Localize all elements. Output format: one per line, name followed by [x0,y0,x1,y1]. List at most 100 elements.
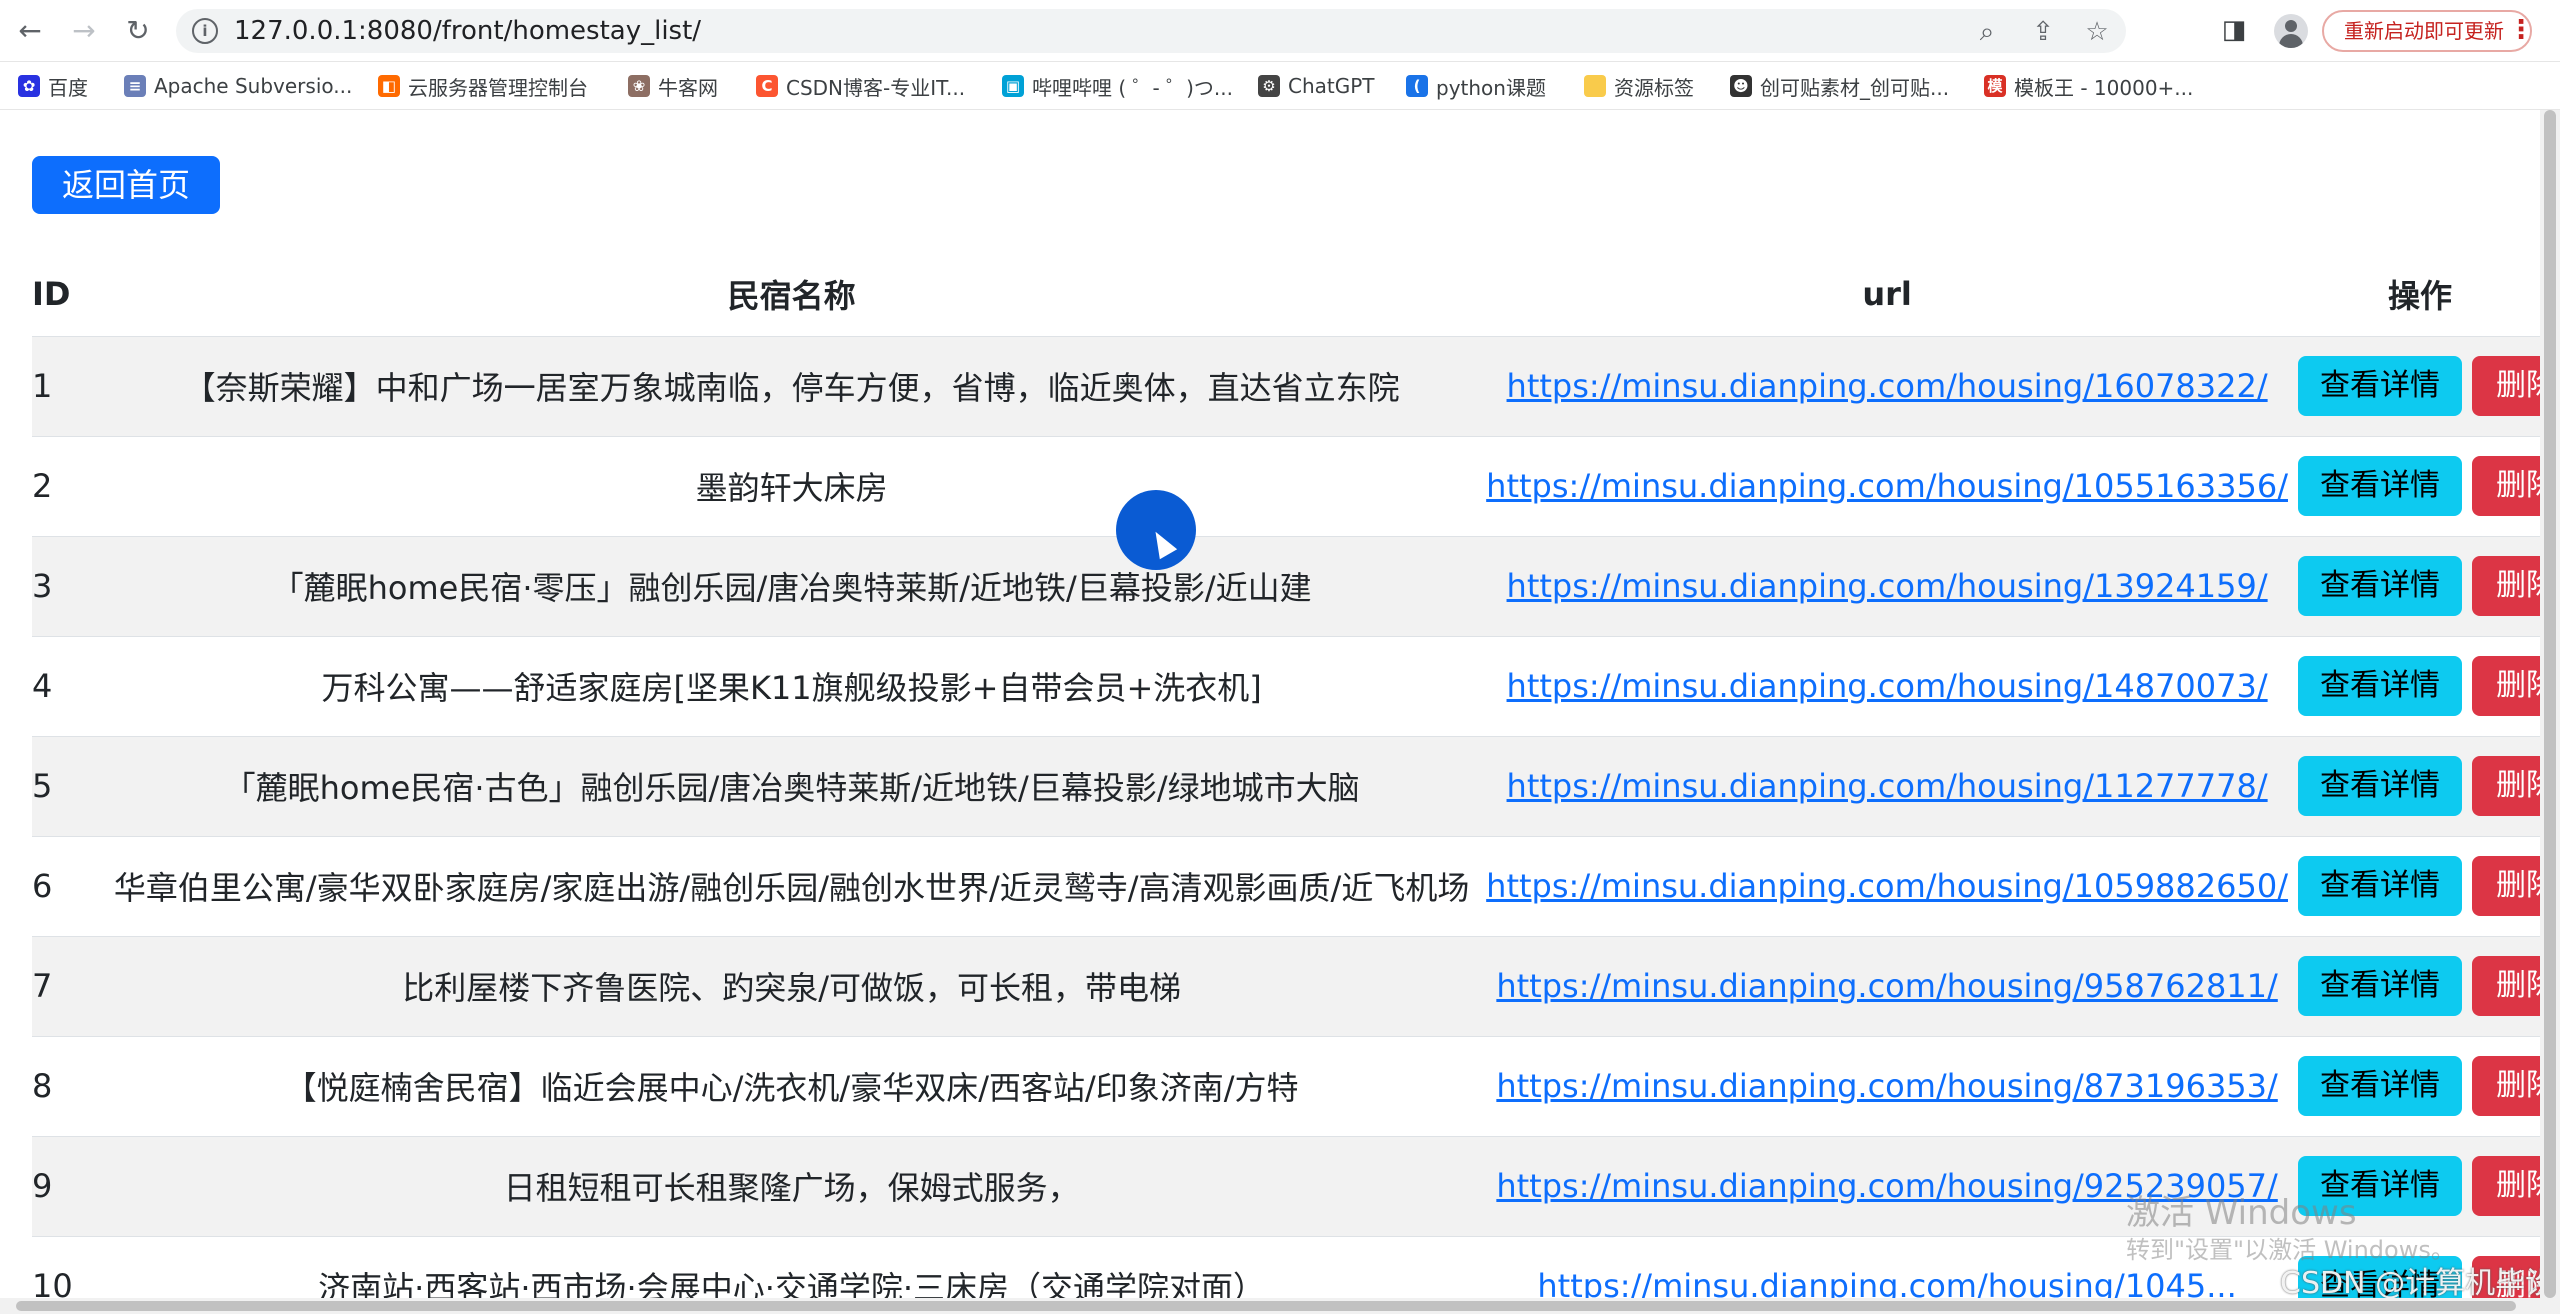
mobanwang-icon: 模 [1984,75,2006,97]
forward-arrow-icon[interactable]: → [66,13,102,49]
bookmark-label: 模板王 - 10000+... [2014,75,2194,100]
cell-name: 【奈斯荣耀】中和广场一居室万象城南临，停车方便，省博，临近奥体，直达省立东院 [97,335,1487,436]
cell-op: 查看详情 删除 [2287,635,2560,736]
view-detail-button[interactable]: 查看详情 [2297,556,2462,616]
view-detail-button[interactable]: 查看详情 [2297,1056,2462,1116]
bookmark-label: python课题 [1436,75,1546,100]
site-info-icon[interactable]: i [192,18,218,44]
row-actions: 查看详情 删除 [2288,956,2560,1016]
homestay-link[interactable]: https://minsu.dianping.com/housing/14870… [1507,667,2268,705]
bookmark-star-icon[interactable]: ☆ [2082,17,2112,47]
view-detail-button[interactable]: 查看详情 [2297,356,2462,416]
bookmark-item[interactable]: ◧ 云服务器管理控制台 [378,72,588,100]
chatgpt-icon: ⚙ [1258,75,1280,97]
update-button[interactable]: 重新启动即可更新 [2322,10,2532,52]
panda-icon: ☻ [1730,75,1752,97]
edge-icon: ( [1406,75,1428,97]
cell-id: 5 [32,735,98,836]
table-row: 4 万科公寓——舒适家庭房[坚果K11旗舰级投影+自带会员+洗衣机] https:/… [32,635,2560,736]
cell-name: 华章伯里公寓/豪华双卧家庭房/家庭出游/融创乐园/融创水世界/近灵鹫寺/高清观影… [97,835,1487,936]
bookmark-label: 哔哩哔哩 ( ゜- ゜)つ... [1032,75,1233,100]
vertical-scrollbar-thumb[interactable] [2544,110,2556,1298]
cell-url: https://minsu.dianping.com/housing/14870… [1486,635,2288,736]
bookmark-label: 资源标签 [1614,75,1694,100]
zoom-icon[interactable]: ⌕ [1972,17,2002,47]
bookmark-item[interactable]: ▣ 哔哩哔哩 ( ゜- ゜)つ... [1002,72,1233,100]
bookmark-item[interactable]: 模模板王 - 10000+... [1984,72,2193,100]
address-url[interactable]: 127.0.0.1:8080/front/homestay_list/ [234,18,701,44]
cell-op: 查看详情 删除 [2287,535,2560,636]
homestay-link[interactable]: https://minsu.dianping.com/housing/11277… [1507,767,2268,805]
bookmark-item[interactable]: ⚙ ChatGPT [1258,72,1375,100]
apache-icon: ≡ [124,75,146,97]
horizontal-scrollbar[interactable] [0,1298,2560,1314]
side-panel-icon[interactable]: ◨ [2218,14,2250,46]
cell-id: 8 [32,1035,98,1136]
table-row: 6 华章伯里公寓/豪华双卧家庭房/家庭出游/融创乐园/融创水世界/近灵鹫寺/高清观… [32,835,2560,936]
cell-id: 2 [32,435,98,536]
bookmark-item[interactable]: ( python课题 [1406,72,1546,100]
homestay-link[interactable]: https://minsu.dianping.com/housing/10551… [1486,467,2288,505]
bookmark-label: ChatGPT [1288,74,1375,98]
homestay-link[interactable]: https://minsu.dianping.com/housing/16078… [1507,367,2268,405]
bookmark-item[interactable]: ✿ 百度 [18,72,88,100]
more-menu-icon[interactable]: ⋮ [2508,14,2534,46]
header-op: 操作 [2288,252,2560,336]
windows-activation-watermark: 激活 Windows [2126,1193,2357,1233]
cell-url: https://minsu.dianping.com/housing/10551… [1486,435,2288,536]
bookmark-item[interactable]: ≡ Apache Subversio... [124,72,352,100]
aliyun-icon: ◧ [378,75,400,97]
cell-url: https://minsu.dianping.com/housing/95876… [1486,935,2288,1036]
row-actions: 查看详情 删除 [2288,656,2560,716]
row-actions: 查看详情 删除 [2288,556,2560,616]
bookmark-label: 云服务器管理控制台 [408,75,588,100]
header-url: url [1862,274,1912,313]
share-icon[interactable]: ⇪ [2028,17,2058,47]
cell-op: 查看详情 删除 [2287,935,2560,1036]
homestay-link[interactable]: https://minsu.dianping.com/housing/87319… [1496,1067,2277,1105]
cell-op: 查看详情 删除 [2287,735,2560,836]
cell-url: https://minsu.dianping.com/housing/16078… [1486,335,2288,436]
table-row: 8 【悦庭楠舍民宿】临近会展中心/洗衣机/豪华双床/西客站/印象济南/方特 http… [32,1035,2560,1136]
bookmark-item[interactable]: C CSDN博客-专业IT... [756,72,965,100]
profile-avatar-icon[interactable] [2274,14,2308,48]
cell-name: 【悦庭楠舍民宿】临近会展中心/洗衣机/豪华双床/西客站/印象济南/方特 [97,1035,1487,1136]
cell-url: https://minsu.dianping.com/housing/10598… [1486,835,2288,936]
vertical-scrollbar[interactable] [2540,110,2560,1298]
homestay-link[interactable]: https://minsu.dianping.com/housing/13924… [1507,567,2268,605]
homestay-link[interactable]: https://minsu.dianping.com/housing/1045.… [1537,1267,2236,1298]
table-header-row: ID 民宿名称 url 操作 [32,252,2560,336]
bookmark-item[interactable]: ☻ 创可贴素材_创可贴... [1730,72,1949,100]
table-row: 1 【奈斯荣耀】中和广场一居室万象城南临，停车方便，省博，临近奥体，直达省立东院 h… [32,335,2560,436]
bookmark-item[interactable]: 资源标签 [1584,72,1694,100]
cell-id: 4 [32,635,98,736]
view-detail-button[interactable]: 查看详情 [2297,656,2462,716]
csdn-icon: C [756,75,778,97]
header-name: 民宿名称 [727,276,856,315]
view-detail-button[interactable]: 查看详情 [2297,456,2462,516]
homestay-link[interactable]: https://minsu.dianping.com/housing/95876… [1496,967,2277,1005]
page-content: 返回首页 ID 民宿名称 url 操作 1 【奈斯荣耀】中和广场一居室万象城南临，… [0,110,2560,1298]
view-detail-button[interactable]: 查看详情 [2297,956,2462,1016]
homestay-table: ID 民宿名称 url 操作 1 【奈斯荣耀】中和广场一居室万象城南临，停车方便，… [32,252,2560,1298]
cell-op: 查看详情 删除 [2287,835,2560,936]
address-bar[interactable]: i 127.0.0.1:8080/front/homestay_list/ ⌕ … [176,9,2126,53]
back-home-button[interactable]: 返回首页 [32,156,220,214]
cell-id: 6 [32,835,98,936]
table-row: 7 比利屋楼下齐鲁医院、趵突泉/可做饭，可长租，带电梯 https://minsu.… [32,935,2560,1036]
horizontal-scrollbar-thumb[interactable] [16,1301,2516,1311]
homestay-link[interactable]: https://minsu.dianping.com/housing/10598… [1486,867,2288,905]
cell-id: 3 [32,535,98,636]
bilibili-icon: ▣ [1002,75,1024,97]
bookmark-item[interactable]: ❀ 牛客网 [628,72,718,100]
bookmark-label: CSDN博客-专业IT... [786,75,966,100]
view-detail-button[interactable]: 查看详情 [2297,856,2462,916]
back-arrow-icon[interactable]: ← [12,13,48,49]
cell-name: 墨韵轩大床房 [97,435,1487,536]
reload-icon[interactable]: ↻ [120,13,156,49]
cell-name: 「麓眠home民宿·古色」融创乐园/唐冶奥特莱斯/近地铁/巨幕投影/绿地城市大脑 [97,735,1487,836]
cell-url: https://minsu.dianping.com/housing/11277… [1486,735,2288,836]
view-detail-button[interactable]: 查看详情 [2297,756,2462,816]
table-row: 2 墨韵轩大床房 https://minsu.dianping.com/housin… [32,435,2560,536]
cell-url: https://minsu.dianping.com/housing/13924… [1486,535,2288,636]
